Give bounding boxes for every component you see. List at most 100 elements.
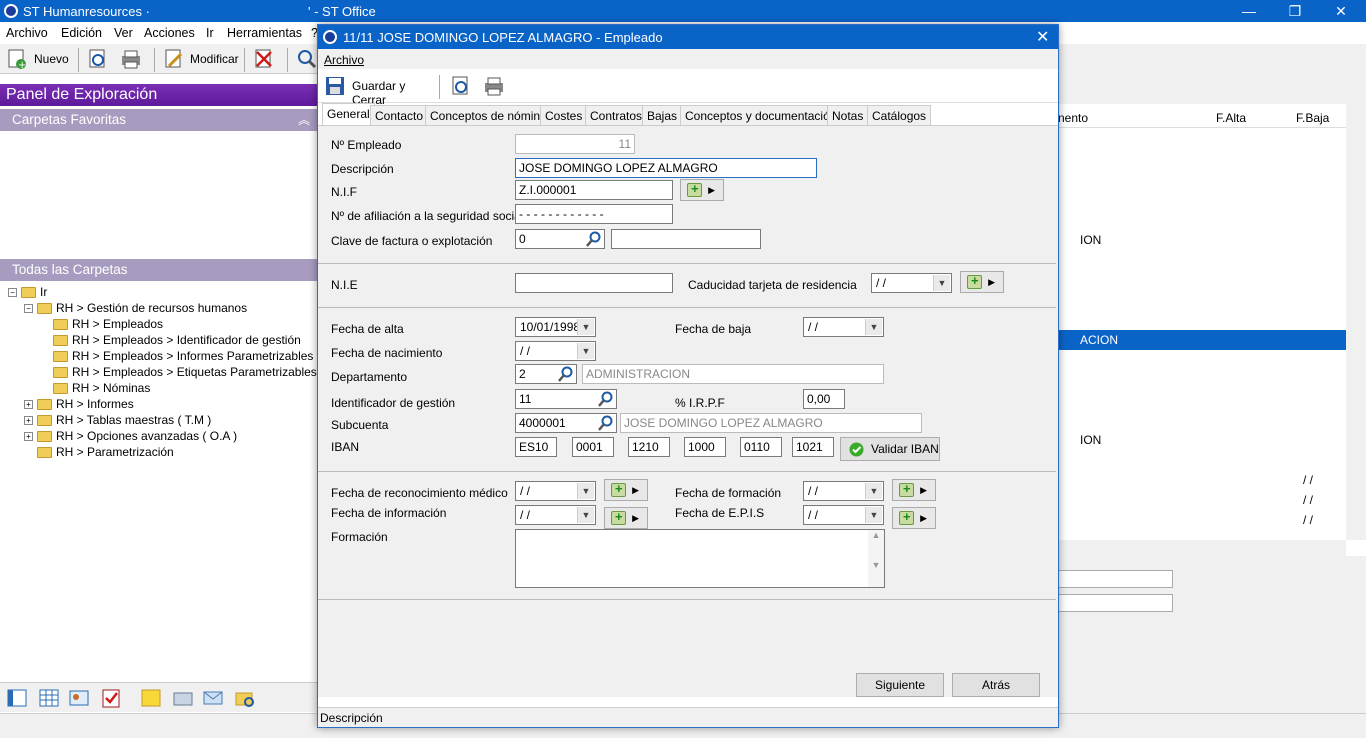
caducidad-add-button[interactable]: ▶ bbox=[960, 271, 1004, 293]
menu-ver[interactable]: Ver bbox=[114, 26, 133, 40]
grid-cell[interactable]: / / bbox=[1303, 493, 1313, 507]
chevron-down-icon[interactable]: ▼ bbox=[865, 483, 882, 499]
tab-bajas[interactable]: Bajas bbox=[642, 105, 683, 125]
tab-contratos[interactable]: Contratos bbox=[585, 105, 648, 125]
tree-item-tablas[interactable]: + RH > Tablas maestras ( T.M ) bbox=[24, 413, 211, 427]
preview-icon[interactable] bbox=[87, 48, 109, 70]
iban-branch-field[interactable]: 1210 bbox=[628, 437, 670, 457]
clave-factura-name-field[interactable] bbox=[611, 229, 761, 249]
tree-item-informes-param[interactable]: RH > Empleados > Informes Parametrizable… bbox=[53, 349, 313, 363]
tasks-icon[interactable] bbox=[100, 687, 122, 709]
horizontal-scrollbar[interactable] bbox=[1058, 540, 1346, 556]
fecha-reconocimiento-date-picker[interactable]: / / ▼ bbox=[515, 481, 596, 501]
minimize-icon[interactable]: — bbox=[1226, 0, 1272, 22]
chevron-down-icon[interactable]: ▼ bbox=[577, 507, 594, 523]
grid-header-falta[interactable]: F.Alta bbox=[1216, 111, 1246, 125]
folder-search-icon[interactable] bbox=[234, 687, 256, 709]
chevron-down-icon[interactable]: ▼ bbox=[865, 319, 882, 335]
search-icon[interactable] bbox=[296, 48, 318, 70]
delete-icon[interactable] bbox=[253, 48, 275, 70]
fecha-informacion-date-picker[interactable]: / / ▼ bbox=[515, 505, 596, 525]
next-button[interactable]: Siguiente bbox=[856, 673, 944, 697]
subcuenta-field[interactable]: 4000001 bbox=[515, 413, 617, 433]
menu-archivo[interactable]: Archivo bbox=[6, 26, 48, 40]
grid-cell[interactable]: ACION bbox=[1080, 333, 1118, 347]
grid-cell[interactable]: / / bbox=[1303, 513, 1313, 527]
grid-cell[interactable]: / / bbox=[1303, 473, 1313, 487]
iban-country-field[interactable]: ES10 bbox=[515, 437, 557, 457]
tab-conceptos-nomina[interactable]: Conceptos de nómina bbox=[425, 105, 552, 125]
chevron-down-icon[interactable]: ▼ bbox=[933, 275, 950, 291]
grid-cell[interactable]: ION bbox=[1080, 233, 1101, 247]
informacion-add-button[interactable]: ▶ bbox=[604, 507, 648, 529]
collapse-icon[interactable]: ︽ bbox=[298, 111, 310, 128]
dialog-menu-archivo[interactable]: Archivo bbox=[324, 53, 364, 67]
all-folders-header[interactable]: Todas las Carpetas bbox=[0, 259, 318, 281]
expand-toggle-icon[interactable]: + bbox=[24, 432, 33, 442]
back-button[interactable]: Atrás bbox=[952, 673, 1040, 697]
tree-item-parametrizacion[interactable]: RH > Parametrización bbox=[37, 445, 174, 459]
clave-factura-field[interactable]: 0 bbox=[515, 229, 605, 249]
tab-notas[interactable]: Notas bbox=[827, 105, 869, 125]
fecha-alta-date-picker[interactable]: 10/01/1998 ▼ bbox=[515, 317, 596, 337]
afiliacion-field[interactable]: - - - - - - - - - - - - bbox=[515, 204, 673, 224]
tree-item-empleados[interactable]: RH > Empleados bbox=[53, 317, 163, 331]
background-field[interactable] bbox=[1058, 570, 1173, 588]
chevron-down-icon[interactable]: ▼ bbox=[865, 507, 882, 523]
contacts-icon[interactable] bbox=[68, 687, 90, 709]
grid-cell[interactable]: ION bbox=[1080, 433, 1101, 447]
iban-part4-field[interactable]: 1000 bbox=[684, 437, 726, 457]
epis-add-button[interactable]: ▶ bbox=[892, 507, 936, 529]
mail-icon[interactable] bbox=[202, 687, 224, 709]
reconocimiento-add-button[interactable]: ▶ bbox=[604, 479, 648, 501]
tab-costes[interactable]: Costes bbox=[540, 105, 588, 125]
chevron-down-icon[interactable]: ▼ bbox=[577, 483, 594, 499]
list-view-icon[interactable] bbox=[6, 687, 28, 709]
print-icon[interactable] bbox=[120, 48, 142, 70]
lookup-icon[interactable] bbox=[586, 231, 602, 247]
preview-icon[interactable] bbox=[450, 75, 472, 97]
descripcion-field[interactable]: JOSE DOMINGO LOPEZ ALMAGRO bbox=[515, 158, 817, 178]
background-field[interactable] bbox=[1058, 594, 1173, 612]
irpf-field[interactable]: 0,00 bbox=[803, 389, 845, 409]
nif-add-button[interactable]: ▶ bbox=[680, 179, 724, 201]
num-empleado-field[interactable]: 11 bbox=[515, 134, 635, 154]
close-icon[interactable]: ✕ bbox=[1318, 0, 1364, 22]
calendar-icon[interactable] bbox=[38, 687, 60, 709]
iban-bank-field[interactable]: 0001 bbox=[572, 437, 614, 457]
fecha-epis-date-picker[interactable]: / / ▼ bbox=[803, 505, 884, 525]
new-button[interactable]: Nuevo bbox=[34, 52, 69, 66]
tab-contacto[interactable]: Contacto bbox=[370, 105, 429, 125]
dialog-close-icon[interactable]: ✕ bbox=[1036, 27, 1049, 47]
expand-toggle-icon[interactable]: + bbox=[24, 416, 33, 426]
new-doc-icon[interactable]: + bbox=[6, 48, 28, 71]
edit-icon[interactable] bbox=[163, 48, 185, 70]
modify-button[interactable]: Modificar bbox=[190, 52, 239, 66]
tree-item-gestion[interactable]: − RH > Gestión de recursos humanos bbox=[24, 301, 247, 315]
print-icon[interactable] bbox=[483, 75, 505, 97]
formacion-textarea[interactable]: ▲ ▼ bbox=[515, 529, 885, 588]
lookup-icon[interactable] bbox=[598, 391, 614, 407]
chevron-down-icon[interactable]: ▼ bbox=[577, 319, 594, 335]
tree-item-root[interactable]: − Ir bbox=[8, 285, 47, 299]
identificador-field[interactable]: 11 bbox=[515, 389, 617, 409]
tab-general[interactable]: General bbox=[322, 103, 375, 125]
subcuenta-name-field[interactable]: JOSE DOMINGO LOPEZ ALMAGRO bbox=[620, 413, 922, 433]
nie-field[interactable] bbox=[515, 273, 673, 293]
iban-part5-field[interactable]: 0110 bbox=[740, 437, 782, 457]
textarea-scrollbar[interactable]: ▲ ▼ bbox=[868, 530, 884, 587]
departamento-name-field[interactable]: ADMINISTRACION bbox=[582, 364, 884, 384]
fecha-formacion-date-picker[interactable]: / / ▼ bbox=[803, 481, 884, 501]
tree-item-informes[interactable]: + RH > Informes bbox=[24, 397, 134, 411]
tab-conceptos-documentacion[interactable]: Conceptos y documentación bbox=[680, 105, 842, 125]
journal-icon[interactable] bbox=[172, 687, 194, 709]
menu-herramientas[interactable]: Herramientas bbox=[227, 26, 302, 40]
nif-field[interactable]: Z.I.000001 bbox=[515, 180, 673, 200]
caducidad-date-picker[interactable]: / / ▼ bbox=[871, 273, 952, 293]
formacion-add-button[interactable]: ▶ bbox=[892, 479, 936, 501]
restore-icon[interactable]: ❐ bbox=[1272, 0, 1318, 22]
tree-item-nominas[interactable]: RH > Nóminas bbox=[53, 381, 150, 395]
menu-edicion[interactable]: Edición bbox=[61, 26, 102, 40]
menu-ir[interactable]: Ir bbox=[206, 26, 214, 40]
tree-item-opciones[interactable]: + RH > Opciones avanzadas ( O.A ) bbox=[24, 429, 237, 443]
